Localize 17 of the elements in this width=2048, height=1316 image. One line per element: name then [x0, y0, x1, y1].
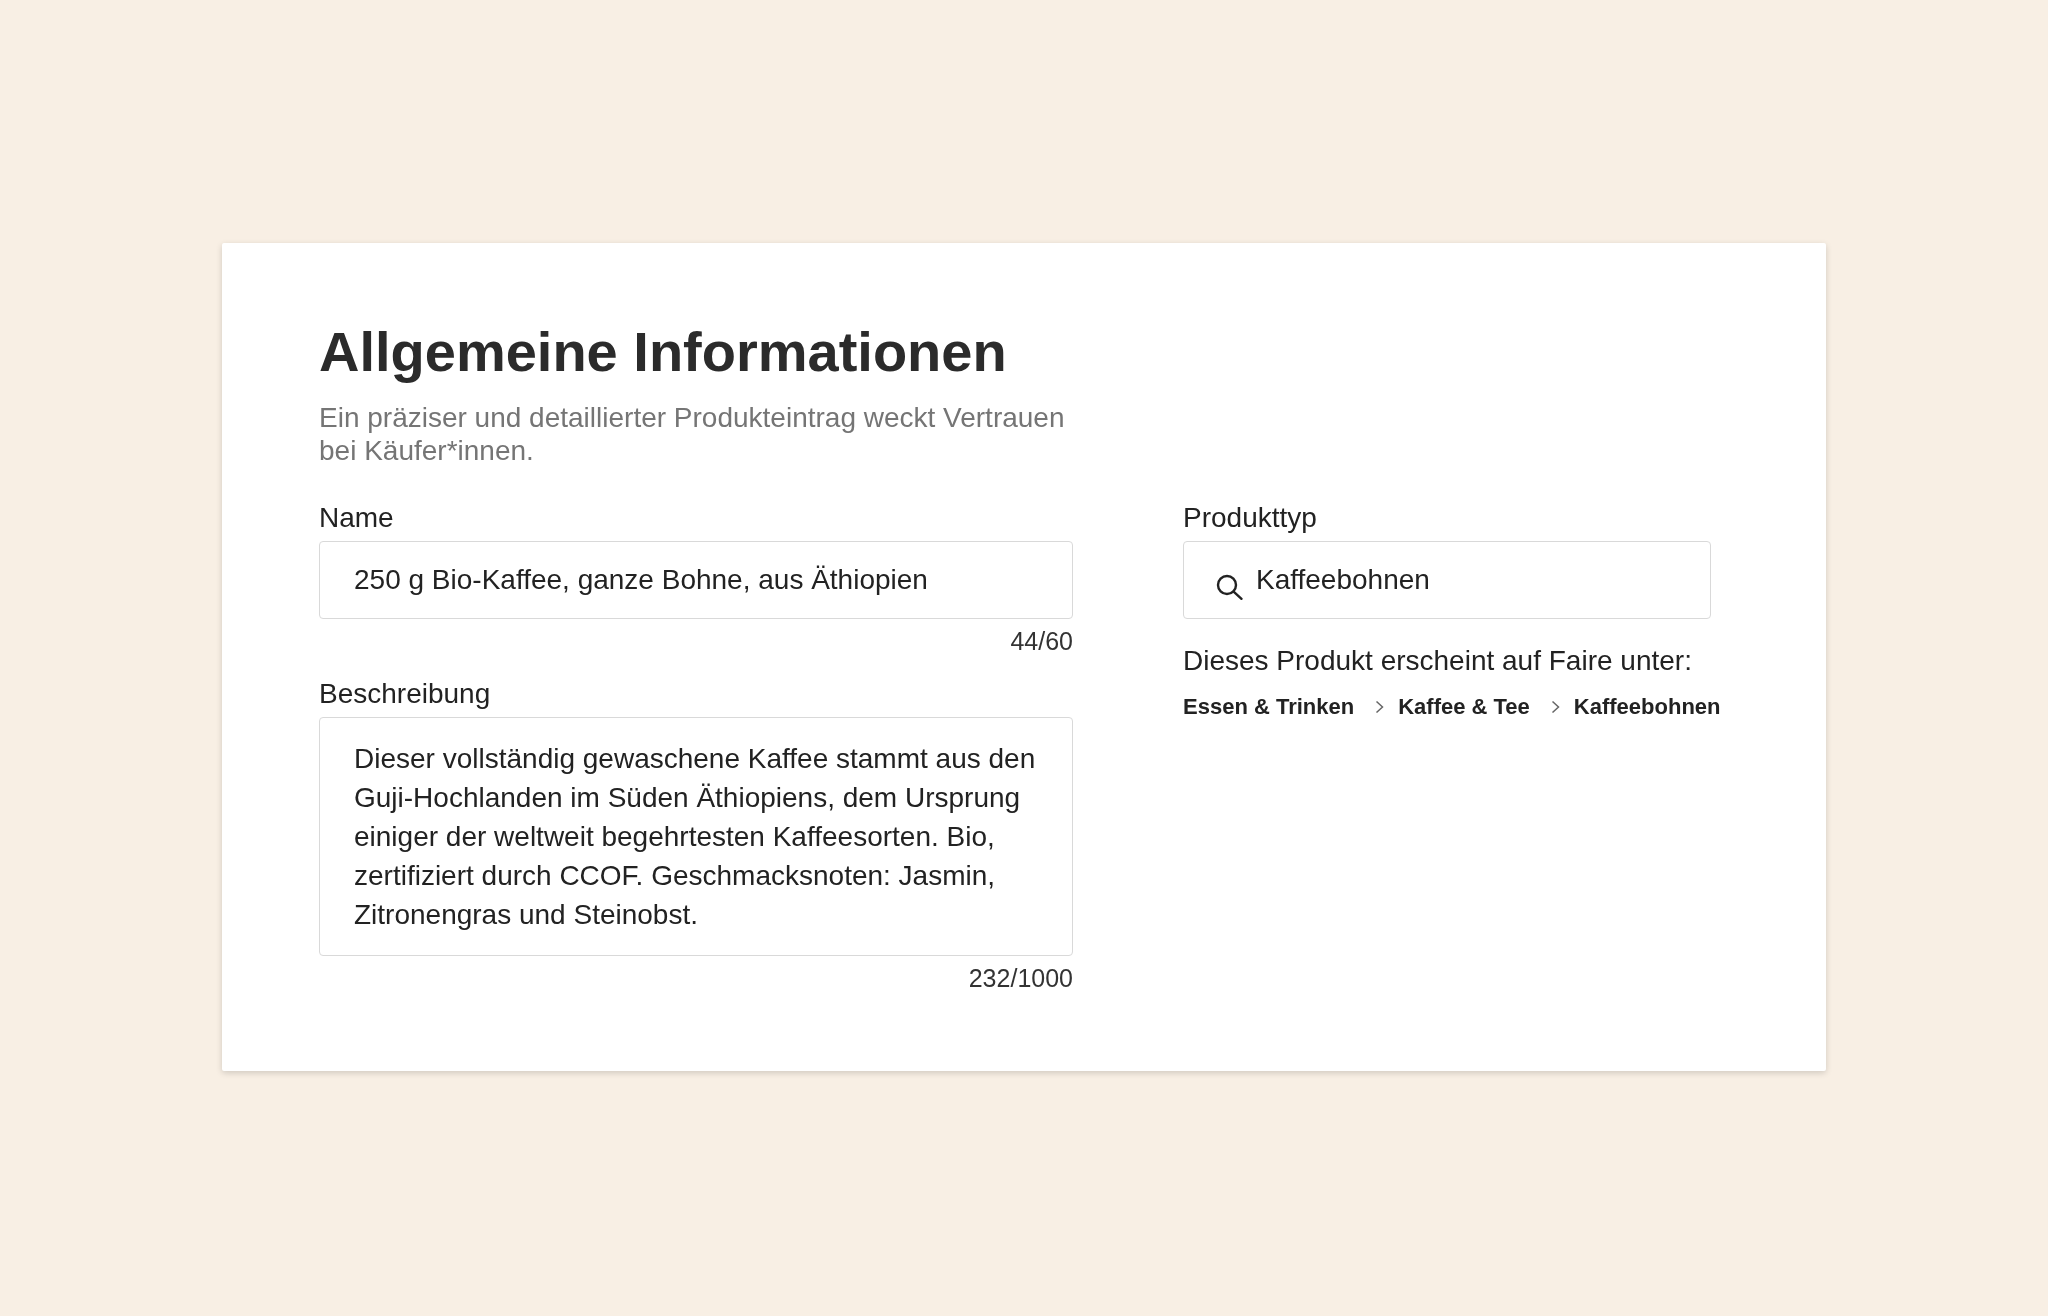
category-note: Dieses Produkt erscheint auf Faire unter:	[1183, 644, 1693, 677]
field-label: Beschreibung	[319, 678, 492, 710]
chevron-icon	[1550, 700, 1560, 714]
section-title: Allgemeine Informationen	[319, 320, 1008, 384]
search-field[interactable]: Kaffeebohnen	[1183, 541, 1711, 619]
character-counter: 232/1000	[967, 963, 1073, 993]
character-counter: 44/60	[1009, 626, 1073, 656]
breadcrumb-item: Essen & Trinken	[1183, 693, 1355, 721]
breadcrumb-item: Kaffeebohnen	[1573, 693, 1721, 721]
textarea-field[interactable]: Dieser vollständig gewaschene Kaffee stammt aus den Guji-Hochlanden im Süden Äthiopiens, dem Ursprung einiger der weltweit begehrtesten Kaffeesorten. Bio, zertifiziert durch CCOF. Geschmacksnoten: Jasmin, Zitronengras und Steinobst.	[319, 717, 1073, 956]
breadcrumb-item: Kaffee & Tee	[1398, 693, 1530, 721]
field-label: Name	[319, 502, 395, 534]
section-description: Ein präziser und detaillierter Produkteintrag weckt Vertrauen bei Käufer*innen.	[319, 401, 1066, 467]
search-icon	[1216, 574, 1243, 600]
input-field[interactable]: 250 g Bio-Kaffee, ganze Bohne, aus Äthiopien	[319, 541, 1073, 619]
field-label: Produkttyp	[1183, 502, 1318, 534]
chevron-icon	[1375, 700, 1385, 714]
